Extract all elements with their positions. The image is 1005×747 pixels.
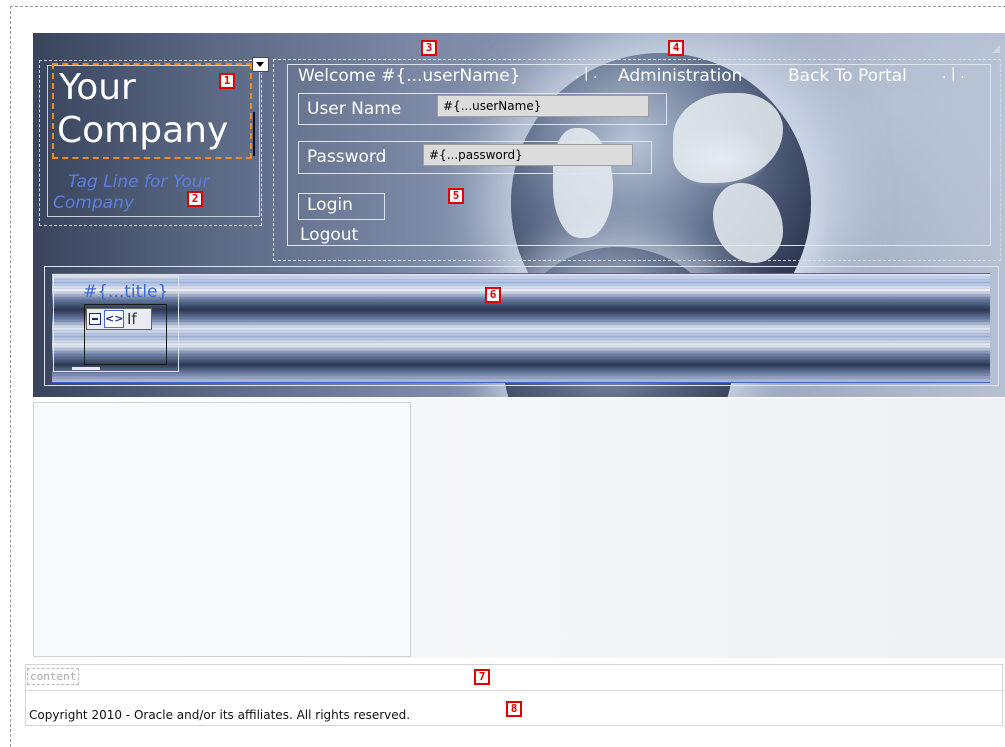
username-field[interactable]: #{...userName} xyxy=(437,95,649,117)
marker-1: 1 xyxy=(219,73,235,89)
marker-6: 6 xyxy=(485,287,501,303)
username-label: User Name xyxy=(307,99,402,119)
marker-5: 5 xyxy=(448,188,464,204)
marker-4: 4 xyxy=(668,40,684,56)
content-facet xyxy=(25,664,1003,691)
text-cursor xyxy=(253,112,255,156)
logo-line-2: Company xyxy=(57,110,229,151)
nav-separator: . | . xyxy=(942,66,965,82)
dropdown-arrow-icon[interactable] xyxy=(252,57,269,72)
logout-link[interactable]: Logout xyxy=(300,225,358,245)
page-title: #{...title} xyxy=(83,282,169,302)
password-label: Password xyxy=(307,147,387,167)
band-divider xyxy=(72,367,100,370)
login-button-label: Login xyxy=(307,195,353,215)
login-button[interactable]: Login xyxy=(298,193,385,220)
marker-3: 3 xyxy=(421,40,437,56)
code-tag-icon[interactable]: <> xyxy=(104,310,124,328)
logo-line-1: Your xyxy=(59,67,136,108)
marker-2: 2 xyxy=(187,191,203,207)
resize-handle-icon[interactable] xyxy=(992,45,1000,53)
left-panel xyxy=(33,402,411,657)
if-label: If xyxy=(127,310,137,328)
title-band xyxy=(52,273,990,383)
welcome-text: Welcome #{...userName} xyxy=(298,66,521,86)
nav-separator: . | . xyxy=(575,66,598,82)
marker-8: 8 xyxy=(506,701,522,717)
marker-7: 7 xyxy=(474,669,490,685)
tagline: Tag Line for Your Company xyxy=(53,172,210,213)
if-component-tag[interactable]: <> If xyxy=(86,308,152,330)
copyright-text: Copyright 2010 - Oracle and/or its affil… xyxy=(29,708,411,722)
password-field[interactable]: #{...password} xyxy=(423,144,633,166)
collapse-box-icon[interactable] xyxy=(89,313,101,325)
administration-link[interactable]: Administration xyxy=(618,66,742,86)
back-to-portal-link[interactable]: Back To Portal xyxy=(788,66,907,86)
